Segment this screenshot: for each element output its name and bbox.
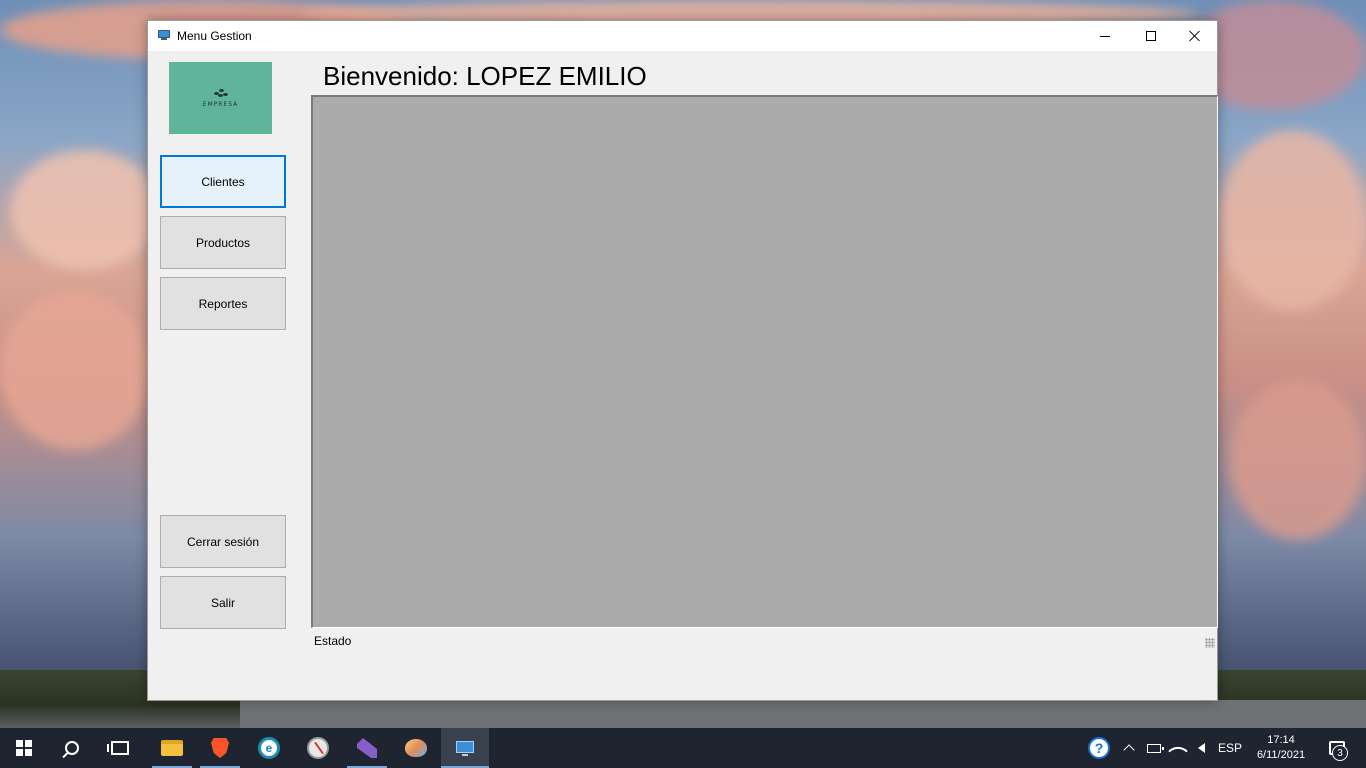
- file-explorer-icon: [161, 740, 183, 756]
- clock-date: 6/11/2021: [1256, 749, 1306, 761]
- help-tray-button[interactable]: ?: [1086, 728, 1112, 768]
- main-content-panel: [311, 95, 1218, 628]
- battery-button[interactable]: [1144, 728, 1164, 768]
- chevron-up-icon: [1123, 744, 1135, 756]
- file-explorer-button[interactable]: [148, 728, 196, 768]
- monitor-icon: [158, 30, 170, 40]
- reportes-button[interactable]: Reportes: [160, 277, 286, 330]
- welcome-heading: Bienvenido: LOPEZ EMILIO: [323, 61, 647, 91]
- visual-studio-icon: [357, 738, 377, 758]
- title-bar[interactable]: Menu Gestion: [148, 21, 1217, 51]
- task-view-icon: [107, 741, 129, 755]
- search-button[interactable]: [48, 728, 96, 768]
- productos-button[interactable]: Productos: [160, 216, 286, 269]
- cerrar-sesion-button[interactable]: Cerrar sesión: [160, 515, 286, 568]
- battery-icon: [1147, 743, 1164, 753]
- taskbar: e ? ESP 17:14 6/11/2021: [0, 728, 1366, 768]
- menu-gestion-window: Menu Gestion EMPRESA Clientes Productos …: [147, 20, 1218, 701]
- maximize-icon: [1146, 31, 1156, 41]
- clientes-button[interactable]: Clientes: [160, 155, 286, 208]
- close-button[interactable]: [1172, 21, 1218, 51]
- compass-app-button[interactable]: [294, 728, 342, 768]
- minimize-button[interactable]: [1082, 21, 1128, 51]
- clock[interactable]: 17:14 6/11/2021: [1250, 728, 1312, 768]
- maximize-button[interactable]: [1128, 21, 1174, 51]
- help-icon: ?: [1088, 737, 1110, 759]
- company-logo: EMPRESA: [169, 62, 272, 134]
- brave-browser-button[interactable]: [196, 728, 244, 768]
- menu-gestion-taskbar-button[interactable]: [441, 728, 489, 768]
- clock-time: 17:14: [1267, 734, 1295, 746]
- browser-e-button[interactable]: e: [245, 728, 293, 768]
- search-icon: [65, 741, 79, 755]
- paint-icon: [405, 739, 427, 757]
- windows-logo-icon: [16, 740, 32, 756]
- logo-text: EMPRESA: [202, 100, 239, 108]
- volume-button[interactable]: [1192, 728, 1210, 768]
- volume-icon: [1197, 743, 1205, 753]
- resize-grip[interactable]: [1205, 638, 1215, 648]
- brave-browser-icon: [211, 738, 229, 758]
- browser-e-icon: e: [258, 737, 280, 759]
- paint-button[interactable]: [392, 728, 440, 768]
- task-view-button[interactable]: [96, 728, 144, 768]
- show-hidden-icons-button[interactable]: [1120, 728, 1138, 768]
- start-button[interactable]: [0, 728, 48, 768]
- salir-button[interactable]: Salir: [160, 576, 286, 629]
- network-button[interactable]: [1168, 728, 1188, 768]
- notification-count-badge: 3: [1332, 745, 1348, 761]
- logo-leaf-icon: [213, 88, 228, 98]
- minimize-icon: [1100, 35, 1110, 37]
- menu-gestion-app-icon: [456, 741, 474, 756]
- compass-icon: [307, 737, 329, 759]
- visual-studio-button[interactable]: [343, 728, 391, 768]
- window-title: Menu Gestion: [177, 29, 252, 43]
- wifi-icon: [1168, 741, 1188, 761]
- close-icon: [1189, 30, 1201, 42]
- status-label: Estado: [314, 634, 352, 648]
- language-indicator[interactable]: ESP: [1214, 728, 1246, 768]
